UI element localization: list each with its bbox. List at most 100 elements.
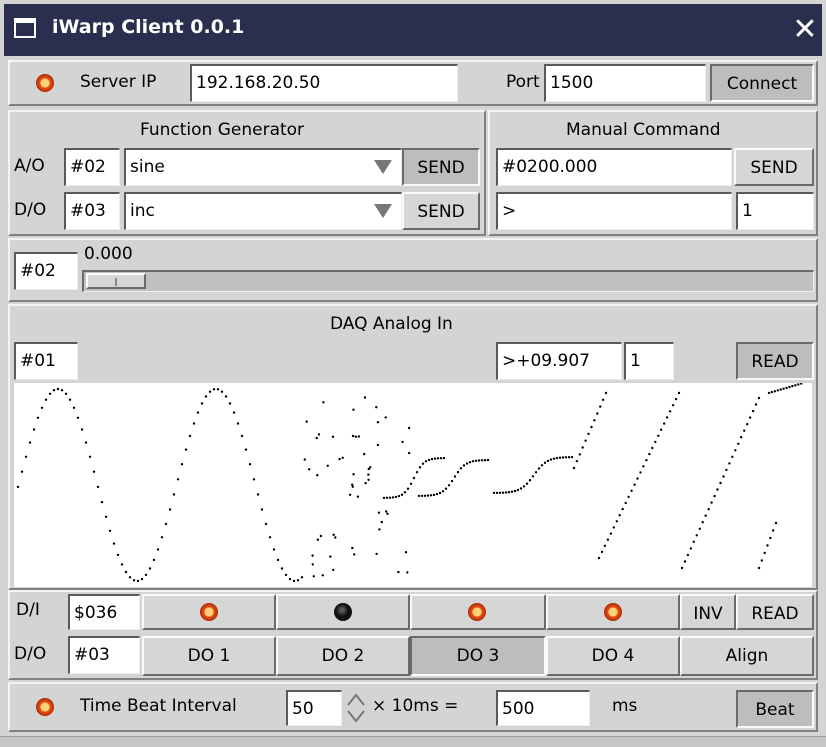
- di-bit-2[interactable]: [276, 594, 410, 630]
- trace-dot: [713, 494, 716, 498]
- port-input[interactable]: 1500: [544, 64, 706, 102]
- trace-dot: [316, 538, 319, 541]
- trace-dot: [415, 471, 419, 474]
- manual-response-field: >: [496, 192, 732, 230]
- do2-button[interactable]: DO 2: [276, 636, 410, 676]
- trace-dot: [564, 456, 568, 459]
- manual-command-input[interactable]: #0200.000: [496, 148, 732, 186]
- trace-dot: [407, 451, 411, 455]
- trace-dot: [292, 579, 296, 583]
- trace-dot: [319, 534, 323, 538]
- trace-dot: [427, 458, 431, 462]
- trace-dot: [668, 410, 672, 413]
- trace-dot: [400, 493, 404, 496]
- trace-dot: [754, 403, 758, 406]
- trace-dot: [315, 436, 318, 440]
- daq-channel-input[interactable]: #01: [14, 342, 78, 380]
- trace-dot: [208, 390, 212, 393]
- do1-button[interactable]: DO 1: [142, 636, 276, 676]
- trace-dot: [329, 555, 332, 558]
- trace-dot: [572, 466, 576, 470]
- do-send-button[interactable]: SEND: [402, 192, 480, 230]
- trace-dot: [766, 544, 769, 547]
- trace-dot: [716, 488, 719, 491]
- ao-send-button[interactable]: SEND: [402, 148, 480, 186]
- di-bit-1[interactable]: [142, 594, 276, 630]
- align-button[interactable]: Align: [680, 636, 814, 676]
- trace-dot: [612, 526, 615, 529]
- daq-count-input[interactable]: 1: [624, 342, 674, 380]
- trace-dot: [519, 487, 523, 490]
- trace-dot: [397, 570, 400, 574]
- do4-button[interactable]: DO 4: [546, 636, 680, 676]
- trace-dot: [510, 490, 514, 493]
- beat-spin-arrows-icon[interactable]: [346, 690, 366, 726]
- beat-multiplier-text: × 10ms =: [372, 696, 459, 716]
- trace-dot: [701, 521, 704, 524]
- beat-button[interactable]: Beat: [736, 690, 814, 728]
- do-waveform-select[interactable]: inc: [124, 192, 402, 230]
- do-out-label: D/O: [14, 644, 47, 664]
- daq-read-button[interactable]: READ: [736, 342, 814, 380]
- trace-dot: [406, 571, 409, 574]
- do-label: D/O: [14, 200, 47, 220]
- trace-dot: [388, 496, 392, 499]
- trace-dot: [406, 487, 410, 490]
- close-icon[interactable]: ✕: [788, 10, 822, 50]
- manual-send-button[interactable]: SEND: [734, 148, 814, 186]
- ao-dropdown-arrow-icon[interactable]: [374, 160, 392, 174]
- trace-dot: [391, 496, 395, 499]
- trace-dot: [606, 538, 610, 541]
- trace-dot: [409, 482, 413, 485]
- window-menu-icon[interactable]: [14, 18, 36, 38]
- trace-dot: [232, 411, 236, 414]
- inv-button[interactable]: INV: [680, 594, 736, 630]
- slider-thumb[interactable]: [86, 273, 146, 289]
- daq-title: DAQ Analog In: [330, 314, 453, 334]
- di-bit-4[interactable]: [546, 594, 680, 630]
- di-bit-3[interactable]: [410, 594, 546, 630]
- trace-dot: [584, 439, 587, 442]
- trace-dot: [540, 464, 544, 467]
- trace-dot: [587, 432, 590, 436]
- ao-waveform-select[interactable]: sine: [124, 148, 402, 186]
- trace-dot: [698, 527, 701, 530]
- slider-channel-input[interactable]: #02: [14, 252, 78, 290]
- trace-dot: [156, 548, 160, 551]
- trace-dot: [581, 446, 584, 449]
- trace-dot: [386, 512, 389, 515]
- trace-dot: [660, 428, 663, 431]
- do-out-channel-input[interactable]: #03: [68, 636, 140, 674]
- trace-dot: [663, 422, 666, 425]
- trace-dot: [522, 485, 526, 488]
- trace-dot: [773, 390, 777, 393]
- trace-dot: [220, 390, 224, 393]
- connect-button[interactable]: Connect: [710, 64, 814, 102]
- output-slider[interactable]: [82, 270, 814, 292]
- manual-count-input[interactable]: 1: [736, 192, 814, 230]
- trace-dot: [244, 448, 248, 451]
- trace-dot: [597, 556, 601, 560]
- do3-button[interactable]: DO 3: [410, 636, 546, 676]
- ao-channel-input[interactable]: #02: [64, 148, 120, 186]
- trace-dot: [112, 542, 116, 545]
- trace-dot: [140, 577, 144, 581]
- daq-reading-field: >+09.907: [496, 342, 622, 380]
- trace-dot: [751, 409, 755, 413]
- trace-dot: [403, 491, 407, 494]
- server-ip-input[interactable]: 192.168.20.50: [190, 64, 458, 102]
- trace-dot: [760, 559, 763, 562]
- trace-dot: [757, 396, 761, 400]
- trace-dot: [172, 493, 176, 496]
- trace-dot: [378, 528, 381, 531]
- trace-dot: [767, 391, 771, 395]
- trace-dot: [426, 494, 430, 497]
- di-read-button[interactable]: READ: [736, 594, 814, 630]
- trace-dot: [483, 459, 487, 462]
- trace-dot: [352, 473, 355, 476]
- beat-interval-input[interactable]: 50: [286, 690, 342, 726]
- do-channel-input[interactable]: #03: [64, 192, 120, 230]
- trace-dot: [212, 388, 216, 391]
- trace-dot: [96, 485, 100, 489]
- do-dropdown-arrow-icon[interactable]: [374, 204, 392, 218]
